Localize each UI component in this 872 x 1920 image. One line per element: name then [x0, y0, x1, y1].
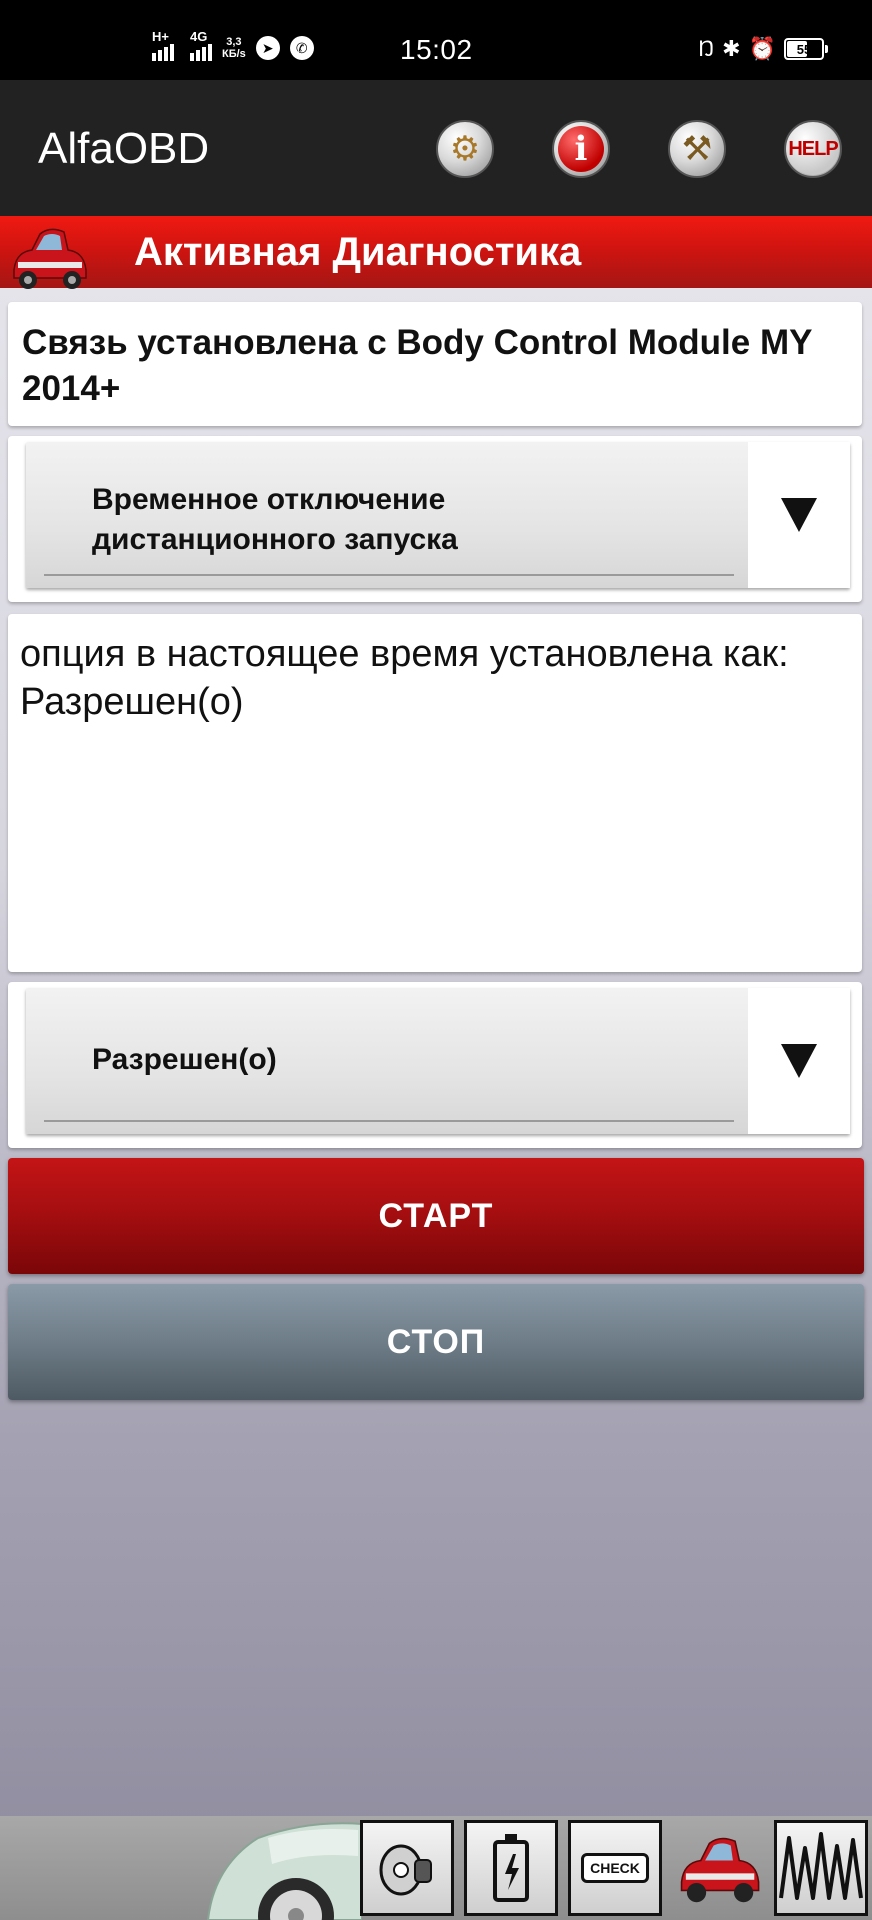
header-title: Активная Диагностика [134, 230, 582, 274]
status-left: H+ 4G 3,3 КБ/s ➤ ✆ [152, 29, 314, 66]
connection-status: Связь установлена с Body Control Module … [22, 323, 812, 408]
function-line-2: дистанционного запуска [92, 523, 458, 556]
value-selector[interactable]: Разрешен(о) [26, 988, 850, 1134]
status-right: Ŋ ✱ ⏰ 55 [698, 36, 828, 62]
function-selector-card: Временное отключение дистанционного запу… [8, 436, 862, 602]
battery-icon [493, 1834, 529, 1902]
option-info-card: опция в настоящее время установлена как:… [8, 614, 862, 972]
value-selected: Разрешен(о) [92, 1043, 277, 1076]
car-hood-open-icon [680, 1837, 760, 1903]
battery-voltage-button[interactable] [464, 1820, 558, 1916]
gears-icon: ⚙ [449, 130, 481, 168]
alarm-icon: ⏰ [748, 36, 776, 61]
nfc-icon: Ŋ [698, 36, 715, 61]
speed-value: 3,3 [226, 36, 242, 48]
battery-level: 55 [796, 41, 812, 57]
value-dropdown-toggle[interactable] [748, 988, 850, 1134]
tools-button[interactable]: ⚒ [668, 120, 726, 178]
signal-icon-2: 4G [190, 29, 212, 61]
screen-header: Активная Диагностика [0, 216, 872, 289]
car-front-image [206, 1822, 362, 1920]
selector-underline [44, 574, 734, 576]
speed-unit: КБ/s [222, 48, 246, 60]
connection-card: Связь установлена с Body Control Module … [8, 302, 862, 426]
value-selector-card: Разрешен(о) [8, 982, 862, 1148]
help-icon: HELP [787, 123, 839, 175]
ignition-key-icon [379, 1844, 432, 1896]
telegram-icon: ➤ [255, 36, 280, 60]
car-hood-button[interactable] [672, 1820, 766, 1916]
start-button[interactable]: СТАРТ [8, 1158, 864, 1274]
status-bar: H+ 4G 3,3 КБ/s ➤ ✆ 15:02 Ŋ ✱ ⏰ 55 [0, 0, 872, 80]
stop-button[interactable]: СТОП [8, 1284, 864, 1400]
function-selected: Временное отключение дистанционного запу… [92, 480, 458, 560]
settings-button[interactable]: ⚙ [436, 120, 494, 178]
option-info-line-1: опция в настоящее время установлена как: [20, 633, 789, 675]
battery-icon: 55 [784, 38, 828, 60]
check-engine-icon: CHECK [581, 1853, 649, 1883]
info-button[interactable]: i [552, 120, 610, 178]
option-info-text: опция в настоящее время установлена как:… [20, 630, 858, 726]
help-button[interactable]: HELP [784, 120, 842, 178]
app-bar: AlfaOBD ⚙ i ⚒ HELP [0, 80, 872, 216]
bottom-toolbar: CHECK [0, 1816, 872, 1920]
tools-icon: ⚒ [681, 130, 713, 168]
function-selector[interactable]: Временное отключение дистанционного запу… [26, 442, 850, 588]
waveform-button[interactable] [774, 1820, 868, 1916]
selector-underline [44, 1120, 734, 1122]
dropdown-arrow-icon [781, 1044, 817, 1078]
car-hood-open-icon [13, 228, 87, 289]
option-info-line-2: Разрешен(о) [20, 681, 244, 723]
check-engine-button[interactable]: CHECK [568, 1820, 662, 1916]
ignition-key-button[interactable] [360, 1820, 454, 1916]
dropdown-arrow-icon [781, 498, 817, 532]
viber-icon: ✆ [289, 36, 314, 60]
waveform-icon [779, 1832, 863, 1900]
bluetooth-icon: ✱ [722, 36, 741, 61]
clock: 15:02 [400, 34, 473, 65]
signal-icon: H+ [152, 29, 174, 61]
network-speed: 3,3 КБ/s [222, 36, 246, 60]
app-title: AlfaOBD [38, 124, 210, 173]
network-type-1: H+ [152, 29, 169, 44]
function-line-1: Временное отключение [92, 483, 446, 516]
function-dropdown-toggle[interactable] [748, 442, 850, 588]
network-type-2: 4G [190, 29, 208, 44]
info-icon: i [558, 126, 604, 172]
